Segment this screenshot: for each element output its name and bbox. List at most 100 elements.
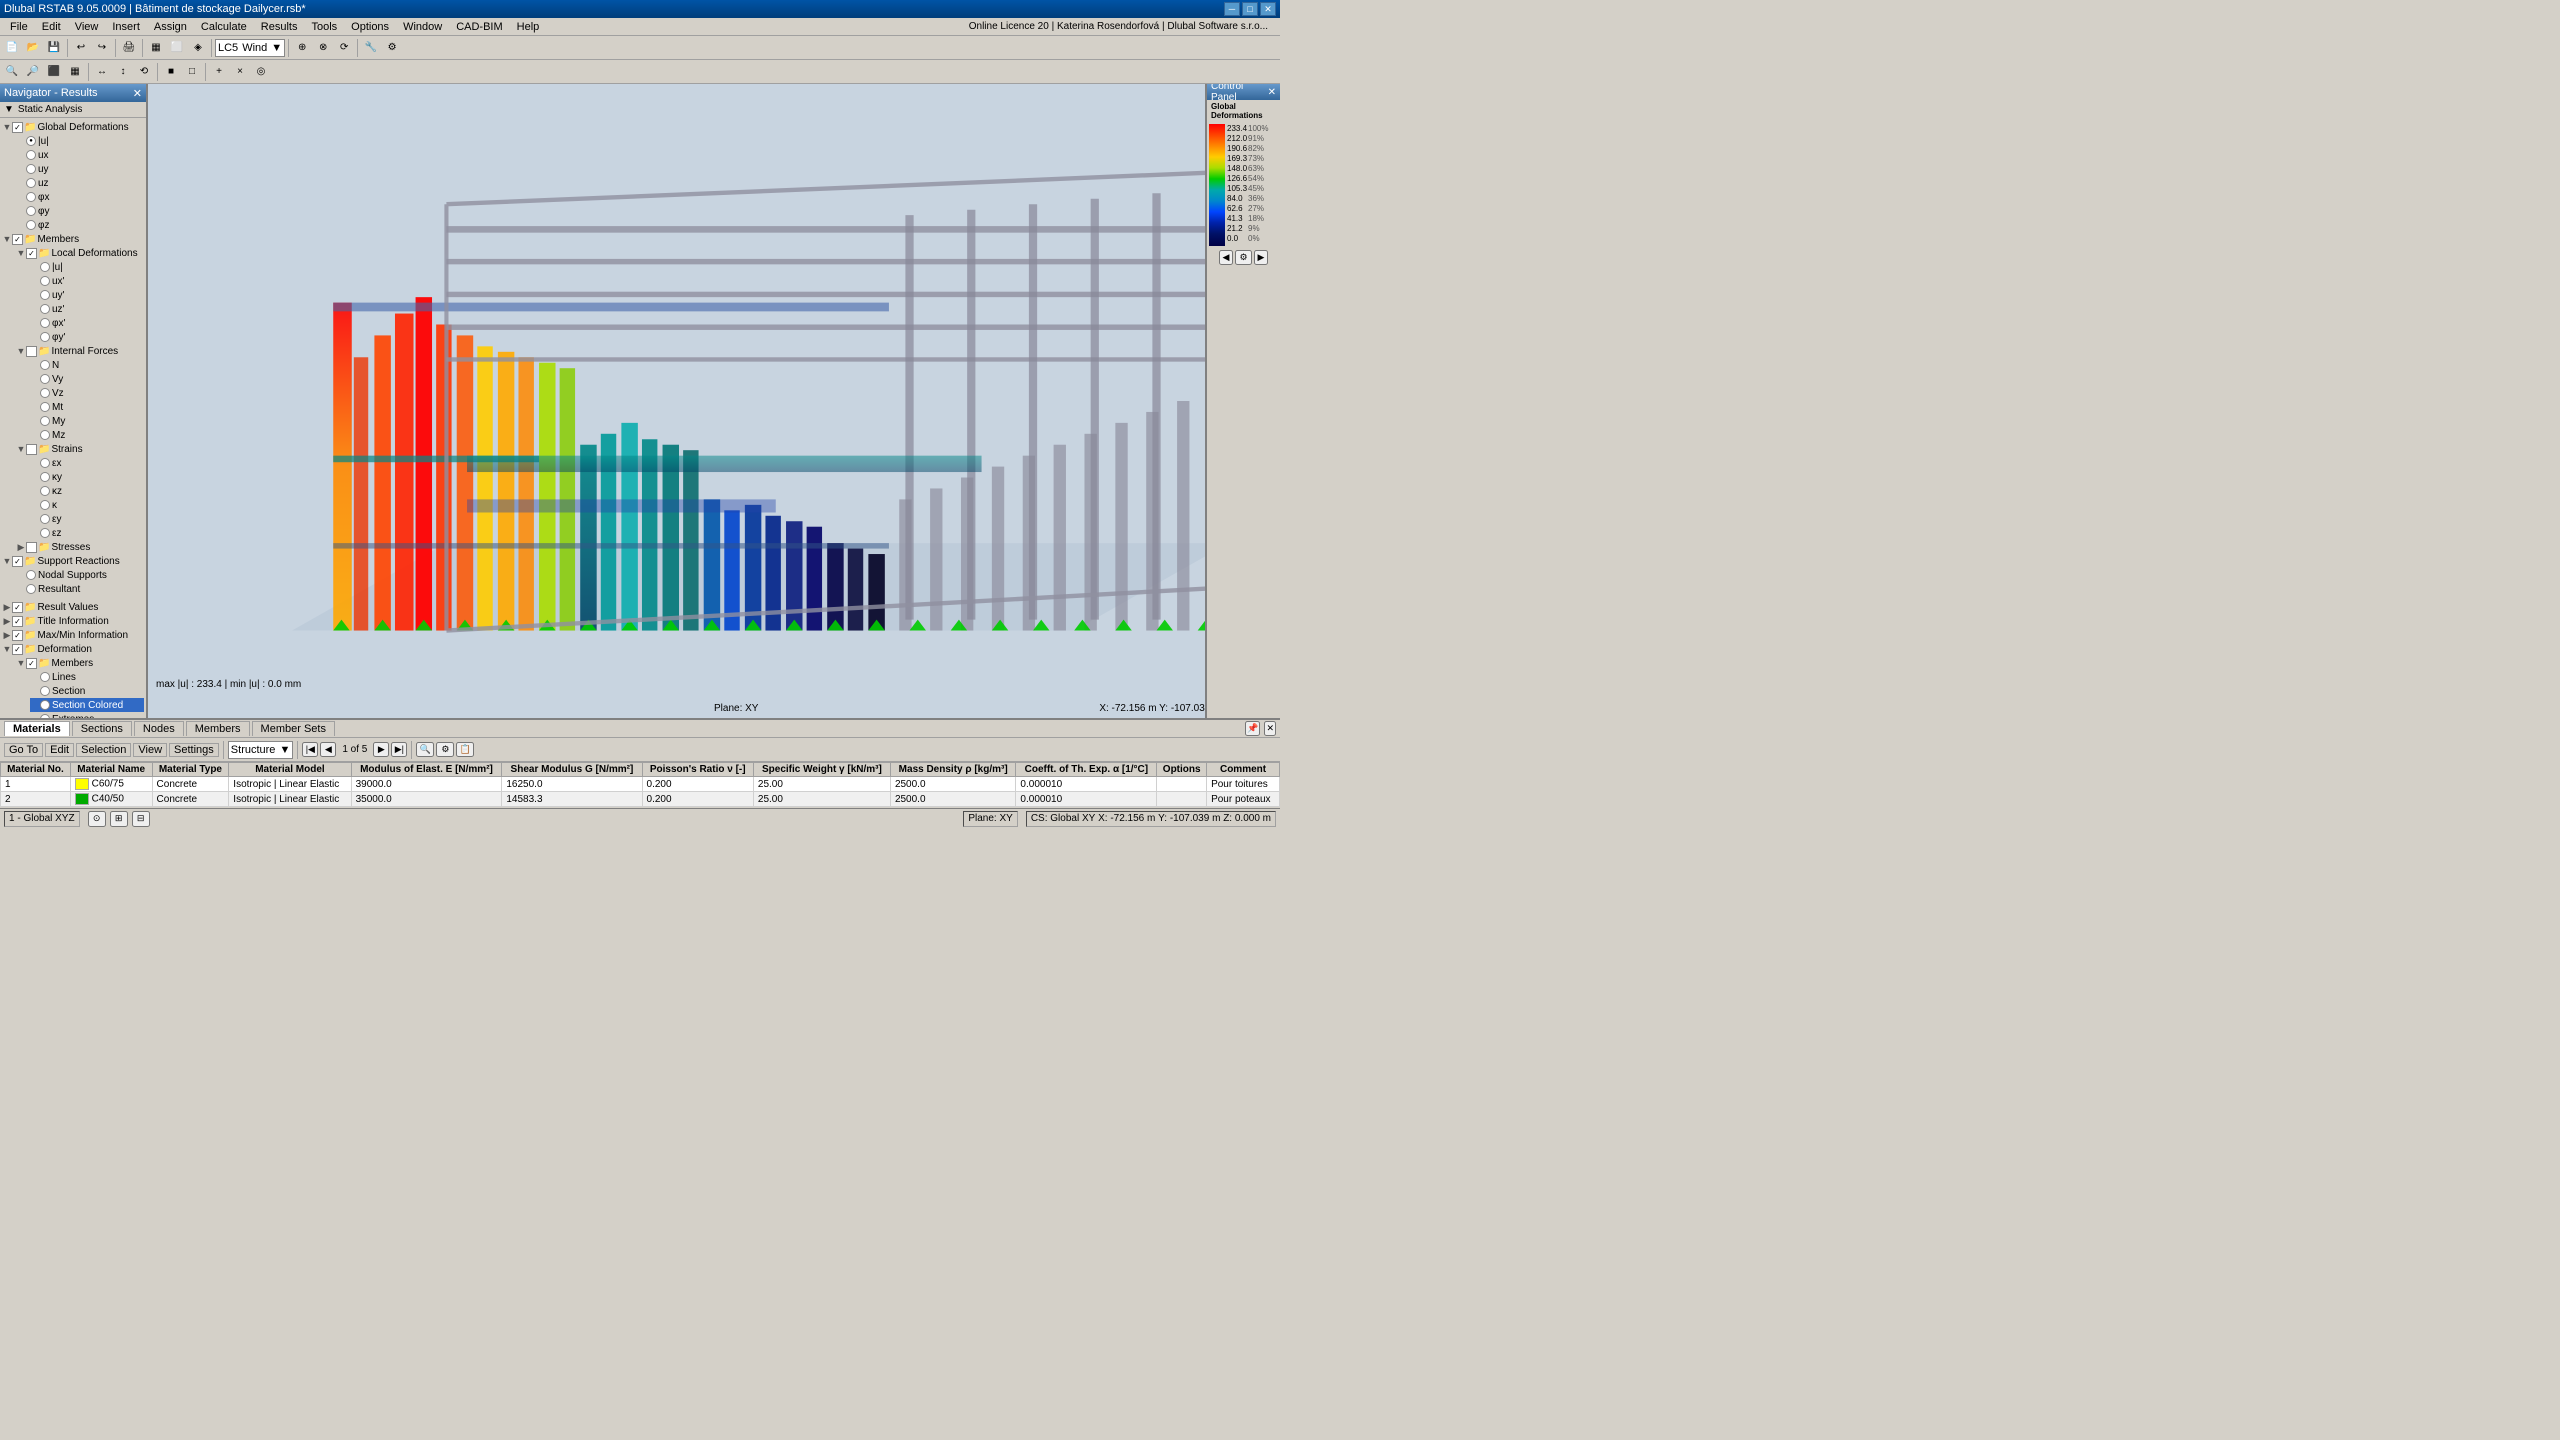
viewport[interactable]: LC5 - Wind Static Analysis Displacements… xyxy=(148,84,1280,718)
tab-materials[interactable]: Materials xyxy=(4,721,70,736)
minimize-button[interactable]: ─ xyxy=(1224,2,1240,16)
cp-close[interactable]: ✕ xyxy=(1268,87,1276,98)
table-row[interactable]: 1 C60/75 Concrete Isotropic | Linear Ela… xyxy=(1,777,1280,792)
tool8[interactable]: ⚙ xyxy=(382,38,402,58)
lc-dropdown[interactable]: LC5 Wind ▼ xyxy=(215,39,285,57)
nav-item-title-info[interactable]: ▶ 📁 Title Information xyxy=(2,614,144,628)
view1[interactable]: 🔍 xyxy=(2,62,22,82)
nav-item-ux-loc[interactable]: ux' xyxy=(30,274,144,288)
status-btn-1[interactable]: ⊙ xyxy=(88,811,106,827)
tool5[interactable]: ⊗ xyxy=(313,38,333,58)
nav-item-Vz[interactable]: Vz xyxy=(30,386,144,400)
structure-dropdown[interactable]: Structure ▼ xyxy=(228,741,294,759)
nav-item-N[interactable]: N xyxy=(30,358,144,372)
cp-btn-prev[interactable]: ◀ xyxy=(1219,250,1234,265)
cp-btn-next[interactable]: ▶ xyxy=(1254,250,1269,265)
nav-item-kz[interactable]: κz xyxy=(30,484,144,498)
radio-u[interactable] xyxy=(26,136,36,146)
tool2[interactable]: ⬜ xyxy=(167,38,187,58)
cb-members[interactable] xyxy=(12,234,23,245)
cb-strains[interactable] xyxy=(26,444,37,455)
radio-phiz[interactable] xyxy=(26,220,36,230)
select-none[interactable]: □ xyxy=(182,62,202,82)
menu-insert[interactable]: Insert xyxy=(106,20,146,34)
cb-support-reactions[interactable] xyxy=(12,556,23,567)
radio-phix[interactable] xyxy=(26,192,36,202)
nav-item-deformation[interactable]: ▼ 📁 Deformation xyxy=(2,642,144,656)
radio-phiy[interactable] xyxy=(26,206,36,216)
cb-local-def[interactable] xyxy=(26,248,37,259)
tab-nodes[interactable]: Nodes xyxy=(134,721,184,736)
menu-cad-bim[interactable]: CAD-BIM xyxy=(450,20,508,34)
nav-item-uz-loc[interactable]: uz' xyxy=(30,302,144,316)
view7[interactable]: ⟲ xyxy=(134,62,154,82)
tool1[interactable]: ▦ xyxy=(146,38,166,58)
close-button[interactable]: ✕ xyxy=(1260,2,1276,16)
cp-btn-settings[interactable]: ⚙ xyxy=(1235,250,1251,265)
menu-calculate[interactable]: Calculate xyxy=(195,20,253,34)
cb-members-deform[interactable] xyxy=(26,658,37,669)
table-btn-2[interactable]: ⚙ xyxy=(436,742,454,757)
tool3[interactable]: ◈ xyxy=(188,38,208,58)
cb-stresses[interactable] xyxy=(26,542,37,553)
nav-item-stresses[interactable]: ▶ 📁 Stresses xyxy=(16,540,144,554)
status-btn-2[interactable]: ⊞ xyxy=(110,811,128,827)
nav-item-members[interactable]: ▼ 📁 Members xyxy=(2,232,144,246)
nav-item-local-def[interactable]: ▼ 📁 Local Deformations xyxy=(16,246,144,260)
nav-item-maxmin[interactable]: ▶ 📁 Max/Min Information xyxy=(2,628,144,642)
radio-uy[interactable] xyxy=(26,164,36,174)
nav-item-u-loc[interactable]: |u| xyxy=(30,260,144,274)
nav-item-internal-forces[interactable]: ▼ 📁 Internal Forces xyxy=(16,344,144,358)
cb-global-def[interactable] xyxy=(12,122,23,133)
cb-internal-forces[interactable] xyxy=(26,346,37,357)
view6[interactable]: ↕ xyxy=(113,62,133,82)
menu-window[interactable]: Window xyxy=(397,20,448,34)
new-btn[interactable]: 📄 xyxy=(2,38,22,58)
nav-item-ex[interactable]: εx xyxy=(30,456,144,470)
nav-item-phiy-loc[interactable]: φy' xyxy=(30,330,144,344)
nav-item-extremes[interactable]: Extremes xyxy=(30,712,144,718)
nav-item-uy[interactable]: uy xyxy=(16,162,144,176)
undo-btn[interactable]: ↩ xyxy=(71,38,91,58)
nav-item-strains[interactable]: ▼ 📁 Strains xyxy=(16,442,144,456)
edit-btn[interactable]: Edit xyxy=(45,743,74,757)
save-btn[interactable]: 💾 xyxy=(44,38,64,58)
view4[interactable]: ▦ xyxy=(65,62,85,82)
menu-options[interactable]: Options xyxy=(345,20,395,34)
nav-item-u[interactable]: |u| xyxy=(16,134,144,148)
nav-item-Vy[interactable]: Vy xyxy=(30,372,144,386)
view5[interactable]: ↔ xyxy=(92,62,112,82)
nav-prev[interactable]: ◀ xyxy=(320,742,336,757)
select-all[interactable]: ■ xyxy=(161,62,181,82)
radio-uz[interactable] xyxy=(26,178,36,188)
tab-sections[interactable]: Sections xyxy=(72,721,132,736)
nav-item-phix-loc[interactable]: φx' xyxy=(30,316,144,330)
nav-item-Mz[interactable]: Mz xyxy=(30,428,144,442)
tab-members[interactable]: Members xyxy=(186,721,250,736)
nav-item-My[interactable]: My xyxy=(30,414,144,428)
snap3[interactable]: ◎ xyxy=(251,62,271,82)
nav-item-Mt[interactable]: Mt xyxy=(30,400,144,414)
menu-results[interactable]: Results xyxy=(255,20,304,34)
cb-title-info[interactable] xyxy=(12,616,23,627)
menu-view[interactable]: View xyxy=(69,20,105,34)
cb-result-values[interactable] xyxy=(12,602,23,613)
print-btn[interactable]: 🖨 xyxy=(119,38,139,58)
menu-edit[interactable]: Edit xyxy=(36,20,67,34)
tool7[interactable]: 🔧 xyxy=(361,38,381,58)
nav-item-ux[interactable]: ux xyxy=(16,148,144,162)
nav-item-ky[interactable]: κy xyxy=(30,470,144,484)
view3[interactable]: ⬛ xyxy=(44,62,64,82)
snap2[interactable]: × xyxy=(230,62,250,82)
nav-item-lines[interactable]: Lines xyxy=(30,670,144,684)
table-btn-3[interactable]: 📋 xyxy=(456,742,474,757)
nav-item-uy-loc[interactable]: uy' xyxy=(30,288,144,302)
menu-tools[interactable]: Tools xyxy=(305,20,343,34)
cb-maxmin[interactable] xyxy=(12,630,23,641)
nav-item-global-deformations[interactable]: ▼ 📁 Global Deformations xyxy=(2,120,144,134)
view2[interactable]: 🔎 xyxy=(23,62,43,82)
nav-item-support-reactions[interactable]: ▼ 📁 Support Reactions xyxy=(2,554,144,568)
nav-item-result-values[interactable]: ▶ 📁 Result Values xyxy=(2,600,144,614)
nav-next[interactable]: ▶ xyxy=(373,742,389,757)
selection-btn[interactable]: Selection xyxy=(76,743,131,757)
